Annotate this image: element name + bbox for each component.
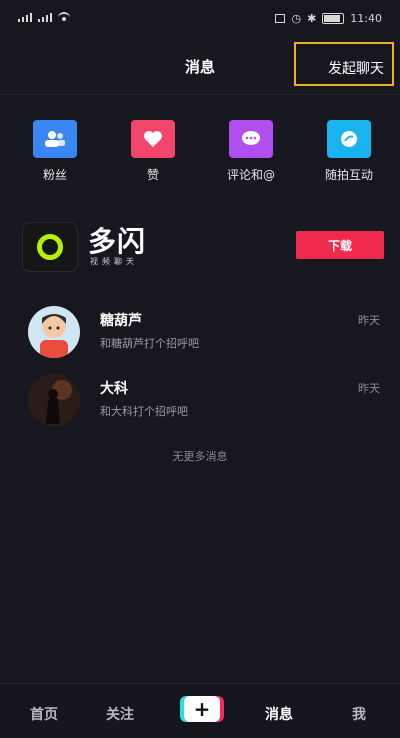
- create-button[interactable]: +: [180, 696, 224, 722]
- quick-item-snap[interactable]: 随拍互动: [306, 118, 392, 183]
- chat-row[interactable]: 糖葫芦 和糖葫芦打个招呼吧 昨天: [0, 302, 400, 360]
- nav-home[interactable]: 首页: [30, 704, 58, 724]
- download-button[interactable]: 下载: [296, 231, 384, 259]
- logo-ring: [37, 234, 63, 260]
- nav-messages[interactable]: 消息: [265, 704, 293, 724]
- nav-follow[interactable]: 关注: [106, 704, 134, 724]
- heart-icon: [131, 120, 175, 158]
- nav-me[interactable]: 我: [352, 704, 366, 724]
- comment-icon: [229, 120, 273, 158]
- quick-item-label: 随拍互动: [324, 168, 373, 182]
- vibrate-icon: [275, 14, 286, 23]
- chat-time: 昨天: [358, 382, 380, 395]
- quick-item-label: 评论和@: [226, 168, 275, 182]
- chat-preview: 和糖葫芦打个招呼吧: [100, 337, 199, 350]
- quick-item-label: 粉丝: [42, 168, 67, 182]
- quick-item-label: 赞: [146, 168, 159, 182]
- quick-item-comments[interactable]: 评论和@: [208, 118, 294, 183]
- quick-actions: 粉丝 赞 评论和@ 随拍互动: [0, 118, 400, 188]
- app-name: 多闪: [88, 225, 147, 258]
- quick-item-fans[interactable]: 粉丝: [12, 118, 98, 183]
- chat-row[interactable]: 大科 和大科打个招呼吧 昨天: [0, 370, 400, 428]
- status-bar: ◷ ✱ 11:40: [0, 0, 400, 36]
- bluetooth-icon: ✱: [307, 12, 317, 25]
- quick-item-likes[interactable]: 赞: [110, 118, 196, 183]
- chat-name: 糖葫芦: [100, 313, 142, 329]
- chat-time: 昨天: [358, 314, 380, 327]
- header: 消息 发起聊天: [0, 36, 400, 95]
- chat-preview: 和大科打个招呼吧: [100, 405, 188, 418]
- fans-icon: [33, 120, 77, 158]
- status-left: [18, 12, 70, 22]
- chat-name: 大科: [100, 381, 128, 397]
- app-subtitle: 视频聊天: [90, 257, 138, 266]
- plus-icon: +: [184, 696, 220, 722]
- avatar[interactable]: [28, 306, 80, 358]
- signal-icon-2: [38, 12, 52, 22]
- duoshan-logo-icon: [22, 222, 78, 272]
- no-more-messages: 无更多消息: [172, 450, 228, 463]
- app-promo-banner[interactable]: 多闪 视频聊天 下载: [22, 218, 384, 274]
- avatar[interactable]: [28, 374, 80, 426]
- start-chat-button[interactable]: 发起聊天: [294, 42, 394, 86]
- wifi-icon: [58, 12, 70, 22]
- status-time: 11:40: [350, 12, 382, 25]
- alarm-icon: ◷: [291, 12, 302, 25]
- signal-icon: [18, 12, 32, 22]
- snap-icon: [327, 120, 371, 158]
- status-right: ◷ ✱ 11:40: [275, 12, 382, 25]
- battery-icon: [322, 13, 345, 24]
- bottom-nav: 首页 关注 + 消息 我: [0, 683, 400, 738]
